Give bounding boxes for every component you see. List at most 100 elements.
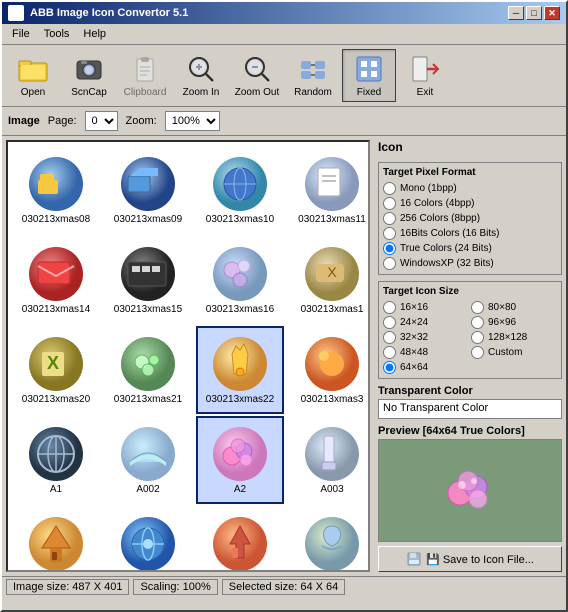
list-item[interactable]: A003 xyxy=(288,416,368,504)
image-bar: Image Page: 0 Zoom: 100% xyxy=(2,107,566,136)
open-button[interactable]: Open xyxy=(6,49,60,102)
pixel-format-group: Mono (1bpp) 16 Colors (4bpp) 256 Colors … xyxy=(383,182,557,270)
radio-row: True Colors (24 Bits) xyxy=(383,242,557,255)
page-select[interactable]: 0 xyxy=(85,111,118,131)
radio-row: 96×96 xyxy=(471,316,557,329)
icon-label: A1 xyxy=(50,484,62,495)
list-item[interactable]: 030213xmas3 xyxy=(288,326,368,414)
fixed-icon xyxy=(353,53,385,85)
clipboard-icon xyxy=(129,53,161,85)
zoom-out-button[interactable]: Zoom Out xyxy=(230,49,284,102)
radio-row: 16Bits Colors (16 Bits) xyxy=(383,227,557,240)
64x64-radio[interactable] xyxy=(383,361,396,374)
icon-label: 030213xmas15 xyxy=(114,304,182,315)
minimize-button[interactable]: ─ xyxy=(508,6,524,20)
list-item[interactable]: 030213xmas08 xyxy=(12,146,100,234)
menu-tools[interactable]: Tools xyxy=(38,26,76,42)
radio-row: 48×48 xyxy=(383,346,469,359)
mono-radio[interactable] xyxy=(383,182,396,195)
random-icon xyxy=(297,53,329,85)
random-button[interactable]: Random xyxy=(286,49,340,102)
128x128-radio[interactable] xyxy=(471,331,484,344)
list-item[interactable]: 030213xmas15 xyxy=(104,236,192,324)
preview-label: Preview [64x64 True Colors] xyxy=(378,425,562,437)
zoom-select[interactable]: 100% xyxy=(165,111,220,131)
menu-file[interactable]: File xyxy=(6,26,36,42)
list-item[interactable]: 030213xmas11 xyxy=(288,146,368,234)
16x16-radio[interactable] xyxy=(383,301,396,314)
radio-row: 256 Colors (8bpp) xyxy=(383,212,557,225)
maximize-button[interactable]: □ xyxy=(526,6,542,20)
radio-row: 128×128 xyxy=(471,331,557,344)
48x48-radio[interactable] xyxy=(383,346,396,359)
svg-text:X: X xyxy=(327,264,337,280)
list-item[interactable]: 030213xmas09 xyxy=(104,146,192,234)
icon-section-label: Icon xyxy=(378,140,562,154)
zoom-out-icon xyxy=(241,53,273,85)
icon-label: 030213xmas08 xyxy=(22,214,90,225)
list-item[interactable]: A005 xyxy=(196,506,284,570)
256col-label: 256 Colors (8bpp) xyxy=(400,213,480,224)
16bit-radio[interactable] xyxy=(383,227,396,240)
list-item[interactable]: X 030213xmas20 xyxy=(12,326,100,414)
16col-radio[interactable] xyxy=(383,197,396,210)
96x96-radio[interactable] xyxy=(471,316,484,329)
fixed-button[interactable]: Fixed xyxy=(342,49,396,102)
main-content: 030213xmas08 030213xmas09 xyxy=(2,136,566,576)
list-item[interactable]: X 030213xmas1 xyxy=(288,236,368,324)
scncap-icon xyxy=(73,53,105,85)
icon-label: 030213xmas10 xyxy=(206,214,274,225)
80x80-radio[interactable] xyxy=(471,301,484,314)
menu-bar: File Tools Help xyxy=(2,24,566,45)
list-item[interactable]: 030213xmas22 xyxy=(196,326,284,414)
zoom-in-button[interactable]: Zoom In xyxy=(174,49,228,102)
list-item[interactable]: A5 xyxy=(288,506,368,570)
16col-label: 16 Colors (4bpp) xyxy=(400,198,474,209)
icon-label: 030213xmas09 xyxy=(114,214,182,225)
icon-label: 030213xmas20 xyxy=(22,394,90,405)
radio-row: 16×16 xyxy=(383,301,469,314)
radio-row: 32×32 xyxy=(383,331,469,344)
32x32-radio[interactable] xyxy=(383,331,396,344)
list-item[interactable]: 030213xmas21 xyxy=(104,326,192,414)
96x96-label: 96×96 xyxy=(488,317,516,328)
scncap-button[interactable]: ScnCap xyxy=(62,49,116,102)
page-label: Page: xyxy=(48,115,77,127)
radio-row: 80×80 xyxy=(471,301,557,314)
menu-help[interactable]: Help xyxy=(77,26,112,42)
selected-size-status: Selected size: 64 X 64 xyxy=(222,579,345,595)
target-icon-size-section: Target Icon Size 16×16 80×80 24×24 xyxy=(378,281,562,379)
64x64-label: 64×64 xyxy=(400,362,428,373)
icon-label: 030213xmas11 xyxy=(298,214,366,225)
image-size-status: Image size: 487 X 401 xyxy=(6,579,129,595)
list-item[interactable]: A002 xyxy=(104,416,192,504)
24bit-radio[interactable] xyxy=(383,242,396,255)
list-item[interactable]: A1 xyxy=(12,416,100,504)
transparent-color-label: Transparent Color xyxy=(378,385,562,397)
16bit-label: 16Bits Colors (16 Bits) xyxy=(400,228,499,239)
radio-row: 16 Colors (4bpp) xyxy=(383,197,557,210)
list-item[interactable]: 030213xmas16 xyxy=(196,236,284,324)
title-controls: ─ □ ✕ xyxy=(508,6,560,20)
list-item[interactable]: 030213xmas10 xyxy=(196,146,284,234)
list-item[interactable]: 030213xmas14 xyxy=(12,236,100,324)
save-button[interactable]: 💾 Save to Icon File... xyxy=(378,546,562,572)
icon-size-grid: 16×16 80×80 24×24 96×96 xyxy=(383,301,557,374)
custom-radio[interactable] xyxy=(471,346,484,359)
target-pixel-format-section: Target Pixel Format Mono (1bpp) 16 Color… xyxy=(378,162,562,275)
right-panel: Icon Target Pixel Format Mono (1bpp) 16 … xyxy=(374,136,566,576)
exit-button[interactable]: Exit xyxy=(398,49,452,102)
256col-radio[interactable] xyxy=(383,212,396,225)
icon-size-title: Target Icon Size xyxy=(383,286,557,297)
window-title: ABB Image Icon Convertor 5.1 xyxy=(30,7,188,19)
24x24-label: 24×24 xyxy=(400,317,428,328)
clipboard-button[interactable]: Clipboard xyxy=(118,49,172,102)
128x128-label: 128×128 xyxy=(488,332,527,343)
list-item[interactable]: A2 xyxy=(196,416,284,504)
exit-icon xyxy=(409,53,441,85)
24x24-radio[interactable] xyxy=(383,316,396,329)
32bit-radio[interactable] xyxy=(383,257,396,270)
close-button[interactable]: ✕ xyxy=(544,6,560,20)
list-item[interactable]: A004 xyxy=(12,506,100,570)
list-item[interactable]: A4 xyxy=(104,506,192,570)
